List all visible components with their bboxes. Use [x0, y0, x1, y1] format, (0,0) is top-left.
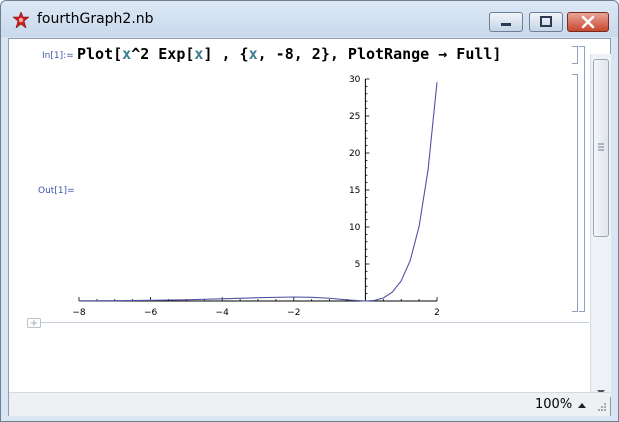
new-cell-insertion-line[interactable] — [27, 322, 589, 323]
minimize-button[interactable] — [489, 12, 523, 32]
minimize-icon — [501, 23, 511, 26]
input-token: Plot[ — [77, 45, 123, 63]
y-tick-label: 15 — [349, 186, 360, 196]
maximize-button[interactable] — [529, 12, 563, 32]
grip-icon — [598, 143, 604, 151]
input-variable: x — [122, 45, 132, 63]
x-tick-label: −6 — [144, 308, 158, 318]
plot-graphic[interactable]: −8 −6 −4 −2 251015202530 — [67, 73, 447, 325]
curve-line — [78, 82, 438, 302]
input-label: In[1]:= — [42, 51, 74, 61]
maximize-icon — [540, 16, 552, 27]
input-token: ^2 Exp[ — [131, 45, 195, 63]
y-tick-label: 30 — [349, 75, 361, 85]
notebook-window: fourthGraph2.nb In[1]:= Plot[x^2 Exp[x] … — [0, 0, 619, 422]
x-tick-label: 2 — [434, 308, 440, 318]
group-cell-bracket[interactable] — [579, 46, 585, 312]
input-token: , -8, 2}, PlotRange → Full] — [257, 45, 502, 63]
output-cell-bracket[interactable] — [572, 74, 578, 312]
close-button[interactable] — [567, 12, 609, 32]
add-cell-icon[interactable]: + — [27, 318, 41, 329]
window-title: fourthGraph2.nb — [37, 11, 154, 27]
zoom-up-arrow-icon[interactable] — [577, 401, 587, 411]
title-bar[interactable]: fourthGraph2.nb — [1, 1, 618, 37]
scrollbar-thumb[interactable] — [593, 59, 609, 237]
y-tick-label: 5 — [355, 260, 361, 270]
input-cell-bracket[interactable] — [572, 46, 578, 64]
zoom-level[interactable]: 100% — [535, 397, 572, 412]
x-tick-label: −4 — [216, 308, 230, 318]
input-expression[interactable]: Plot[x^2 Exp[x] , {x, -8, 2}, PlotRange … — [77, 45, 501, 63]
x-tick-label: −8 — [72, 308, 86, 318]
resize-grip-icon[interactable] — [595, 402, 607, 414]
y-tick-label: 20 — [349, 149, 361, 159]
mathematica-icon — [13, 12, 29, 28]
input-token: ] , { — [203, 45, 249, 63]
y-tick-label: 25 — [349, 112, 360, 122]
notebook-content[interactable]: In[1]:= Plot[x^2 Exp[x] , {x, -8, 2}, Pl… — [8, 38, 611, 416]
close-icon — [581, 15, 595, 29]
vertical-scrollbar[interactable] — [590, 54, 611, 397]
x-tick-label: −2 — [287, 308, 300, 318]
y-tick-label: 10 — [349, 223, 361, 233]
input-variable: x — [248, 45, 258, 63]
status-bar: 100% — [9, 392, 610, 416]
